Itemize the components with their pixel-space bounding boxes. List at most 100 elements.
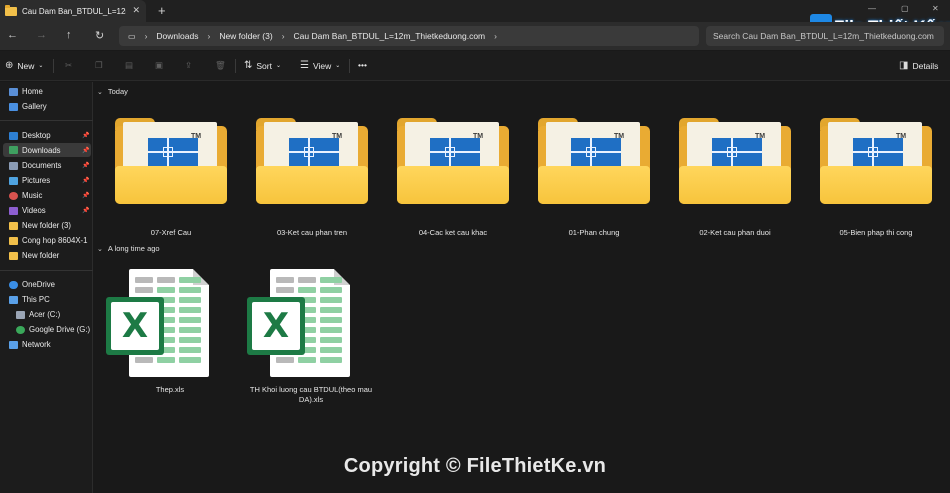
computer-icon — [9, 295, 18, 304]
folder-name: 02-Ket cau phan duoi — [699, 228, 771, 237]
sidebar-item-new-folder[interactable]: New folder — [9, 249, 59, 262]
sidebar-item-label: Desktop — [22, 131, 51, 140]
breadcrumb-new-folder-3[interactable]: New folder (3) — [219, 31, 272, 41]
rename-icon[interactable]: ▣ — [155, 60, 163, 71]
blueprint-icon — [571, 138, 621, 168]
sheet-cell — [320, 357, 342, 363]
more-options-button[interactable]: ••• — [358, 60, 367, 70]
videos-icon — [9, 206, 18, 215]
sheet-cell — [298, 277, 316, 283]
view-button[interactable]: ☰ View ⌄ — [300, 60, 340, 71]
sheet-cell — [298, 357, 316, 363]
sheet-cell — [179, 297, 201, 303]
sort-label: Sort — [256, 60, 272, 71]
download-icon — [9, 146, 18, 154]
back-button[interactable]: ← — [7, 29, 18, 41]
new-label: New — [17, 60, 35, 71]
pin-icon: 📌 — [82, 208, 90, 214]
desktop-icon — [9, 131, 18, 140]
sidebar-item-new-folder-3[interactable]: New folder (3) — [9, 219, 71, 232]
sheet-cell — [276, 287, 294, 293]
sidebar-item-google-drive[interactable]: Google Drive (G:) — [16, 323, 90, 336]
cut-icon[interactable]: ✂ — [65, 60, 72, 71]
chevron-down-icon: ⌄ — [38, 63, 44, 69]
folder-item[interactable]: TM 04-Cac ket cau khac — [376, 82, 509, 237]
sidebar-item-label: OneDrive — [22, 280, 55, 289]
sidebar-item-gallery[interactable]: Gallery — [9, 100, 47, 113]
paste-icon[interactable]: ▤ — [125, 60, 133, 71]
chevron-right-icon: › — [144, 31, 148, 41]
chevron-down-icon: ⌄ — [275, 63, 282, 69]
pin-icon: 📌 — [82, 178, 90, 184]
sheet-cell — [320, 317, 342, 323]
home-icon — [9, 87, 18, 96]
chevron-right-icon: › — [281, 31, 285, 41]
folder-item[interactable]: TM 02-Ket cau phan duoi — [658, 82, 791, 237]
address-field[interactable]: ▭ › Downloads › New folder (3) › Cau Dam… — [119, 26, 699, 46]
chevron-right-icon: › — [494, 31, 497, 41]
chevron-right-icon: › — [207, 31, 211, 41]
sidebar-item-cong-hop[interactable]: Cong hop 8604X-1 — [9, 234, 87, 247]
view-icon: ☰ — [300, 60, 309, 71]
title-bar: Cau Dam Ban_BTDUL_L=12m_T ✕ + — ▢ ✕ — [0, 0, 950, 22]
sidebar-item-this-pc[interactable]: This PC — [9, 293, 50, 306]
new-tab-button[interactable]: + — [158, 3, 166, 18]
sidebar-item-label: Network — [22, 340, 51, 349]
sheet-cell — [157, 357, 175, 363]
music-icon — [9, 191, 18, 200]
file-item[interactable]: X TH Khoi luong cau BTDUL(theo mau DA).xls — [235, 82, 385, 404]
sidebar-item-label: Home — [22, 87, 43, 96]
sheet-cell — [135, 287, 153, 293]
sidebar-item-desktop[interactable]: Desktop — [9, 129, 51, 142]
sort-button[interactable]: ⇅ Sort ⌄ — [244, 60, 281, 71]
group-header-long-ago[interactable]: ⌄ A long time ago — [97, 244, 160, 253]
sidebar-item-documents[interactable]: Documents — [9, 159, 61, 172]
breadcrumb-downloads[interactable]: Downloads — [156, 31, 198, 41]
sheet-cell — [320, 277, 342, 283]
google-drive-icon — [16, 325, 25, 334]
sheet-cell — [320, 337, 342, 343]
details-button[interactable]: ◨ Details — [899, 60, 938, 71]
sidebar-item-music[interactable]: Music — [9, 189, 42, 202]
pin-icon: 📌 — [82, 133, 90, 139]
delete-icon[interactable]: 🗑 — [215, 60, 226, 71]
excel-icon: X — [247, 297, 305, 355]
folder-name: 04-Cac ket cau khac — [418, 228, 488, 237]
sidebar-item-label: Pictures — [22, 176, 51, 185]
search-input[interactable]: Search Cau Dam Ban_BTDUL_L=12m_Thietkedu… — [706, 26, 944, 46]
network-icon — [9, 340, 18, 349]
refresh-button[interactable]: ↻ — [95, 29, 104, 42]
tab-current-folder[interactable]: Cau Dam Ban_BTDUL_L=12m_T ✕ — [0, 0, 146, 22]
breadcrumb-current-folder[interactable]: Cau Dam Ban_BTDUL_L=12m_Thietkeduong.com — [294, 31, 486, 41]
folder-item[interactable]: TM 01-Phan chung — [517, 82, 650, 237]
trademark-label: TM — [896, 133, 907, 140]
sidebar-item-pictures[interactable]: Pictures — [9, 174, 50, 187]
sheet-cell — [179, 347, 201, 353]
close-tab-icon[interactable]: ✕ — [132, 5, 140, 16]
gallery-icon — [9, 102, 18, 111]
folder-icon — [5, 4, 17, 16]
sheet-cell — [276, 357, 294, 363]
new-button[interactable]: ⊕ New ⌄ — [5, 60, 43, 71]
sidebar-item-home[interactable]: Home — [9, 85, 43, 98]
sheet-cell — [298, 287, 316, 293]
sheet-cell — [320, 287, 342, 293]
share-icon[interactable]: ⇪ — [185, 60, 192, 71]
pin-icon: 📌 — [82, 163, 90, 169]
plus-circle-icon: ⊕ — [5, 60, 14, 71]
copy-icon[interactable]: ❐ — [95, 60, 103, 71]
up-button[interactable]: ↑ — [66, 29, 72, 41]
folder-item[interactable]: TM 05-Bien phap thi cong — [799, 82, 932, 237]
sidebar-item-acer-c[interactable]: Acer (C:) — [16, 308, 60, 321]
trademark-label: TM — [473, 133, 484, 140]
file-item[interactable]: X Thep.xls — [94, 82, 244, 394]
sidebar-item-label: New folder — [22, 251, 60, 260]
sidebar-item-videos[interactable]: Videos — [9, 204, 46, 217]
address-bar-row: ← → ↑ ↻ ▭ › Downloads › New folder (3) ›… — [0, 22, 950, 50]
forward-button[interactable]: → — [36, 29, 47, 41]
sidebar-item-network[interactable]: Network — [9, 338, 51, 351]
navigation-pane: Home Gallery Desktop 📌 Downloads 📌 Docum… — [0, 82, 93, 493]
sidebar-item-onedrive[interactable]: OneDrive — [9, 278, 55, 291]
sidebar-item-downloads[interactable]: Downloads — [3, 143, 91, 157]
pictures-icon — [9, 176, 18, 185]
